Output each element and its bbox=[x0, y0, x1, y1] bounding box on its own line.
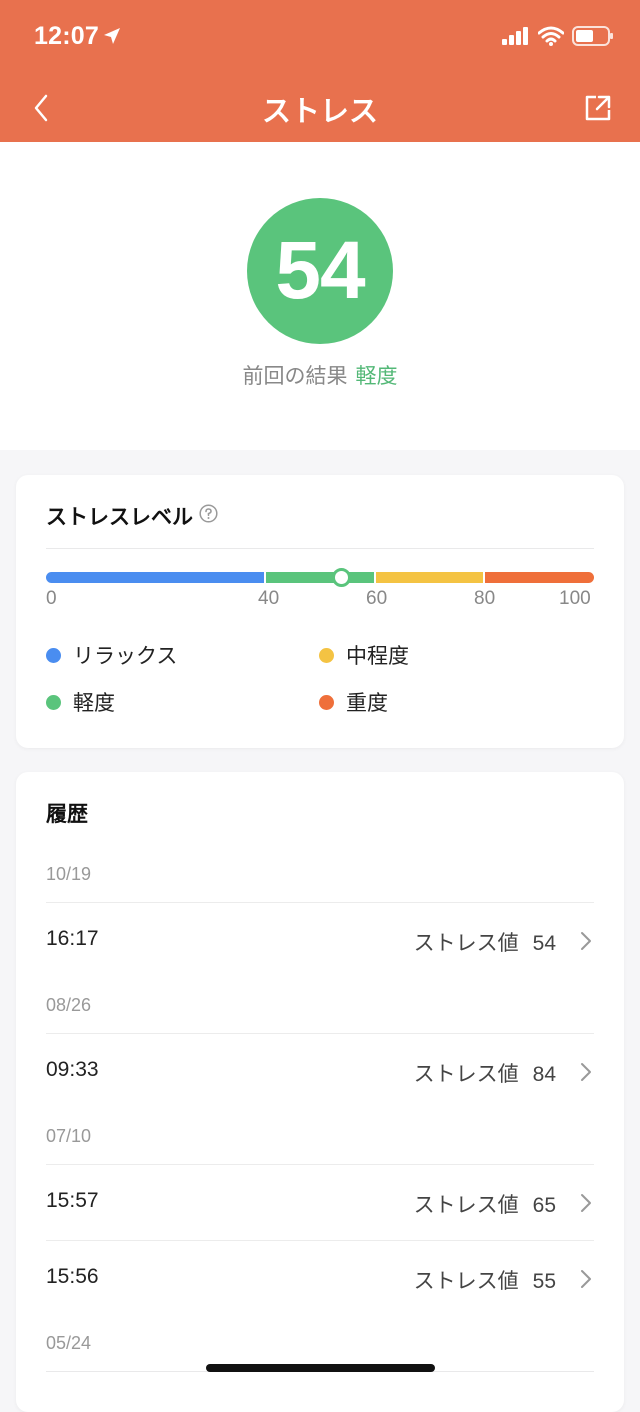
signal-icon bbox=[502, 27, 530, 49]
history-card: 履歴 10/19 16:17 ストレス値 54 08/26 09:33 ストレス値… bbox=[16, 772, 624, 1412]
entry-value-label: ストレス値 bbox=[413, 1269, 519, 1293]
chevron-right-icon bbox=[580, 931, 592, 955]
entry-value-number: 54 bbox=[532, 932, 556, 955]
current-level-marker bbox=[332, 568, 352, 587]
legend-label: 中程度 bbox=[346, 644, 409, 668]
header: 12:07 ストレス bbox=[0, 0, 640, 142]
stress-level-bar bbox=[46, 568, 594, 587]
entry-value-label: ストレス値 bbox=[413, 1193, 519, 1217]
history-row[interactable]: 15:56 ストレス値 55 bbox=[46, 1240, 594, 1317]
score-circle: 54 bbox=[247, 198, 393, 344]
stress-level-card: ストレスレベル 0 40 60 80 100 リラックス 中程度 軽度 重度 bbox=[16, 475, 624, 748]
entry-value: ストレス値 55 bbox=[414, 1265, 556, 1295]
divider bbox=[46, 548, 594, 549]
battery-icon bbox=[572, 26, 614, 50]
result-label: 前回の結果 bbox=[242, 364, 348, 388]
level-segment bbox=[375, 572, 484, 583]
chevron-right-icon bbox=[580, 1269, 592, 1293]
wifi-icon bbox=[537, 26, 565, 50]
page-title: ストレス bbox=[261, 94, 378, 128]
entry-value: ストレス値 84 bbox=[414, 1058, 556, 1088]
location-arrow-icon bbox=[102, 26, 122, 50]
history-date: 05/24 bbox=[46, 1333, 92, 1353]
legend-label: 重度 bbox=[346, 691, 388, 715]
tick-label-60: 60 bbox=[366, 588, 388, 609]
summary-section: 54 前回の結果 軽度 bbox=[0, 142, 640, 450]
result-value: 軽度 bbox=[355, 364, 398, 388]
legend-label: 軽度 bbox=[73, 691, 115, 715]
history-row[interactable]: 16:17 ストレス値 54 bbox=[46, 902, 594, 979]
legend-mild: 軽度 bbox=[46, 687, 115, 717]
legend-dot bbox=[319, 647, 334, 663]
tick-label-40: 40 bbox=[258, 588, 280, 609]
entry-time: 15:57 bbox=[46, 1189, 99, 1212]
stress-level-title-text: ストレスレベル bbox=[46, 505, 193, 529]
status-indicators bbox=[502, 26, 614, 50]
history-date: 10/19 bbox=[46, 864, 92, 884]
tick-label-0: 0 bbox=[46, 588, 57, 609]
level-segment bbox=[266, 572, 374, 583]
history-row[interactable]: 09:33 ストレス値 84 bbox=[46, 1033, 594, 1110]
history-date: 08/26 bbox=[46, 995, 92, 1015]
entry-value: ストレス値 65 bbox=[414, 1189, 556, 1219]
legend-label: リラックス bbox=[73, 644, 178, 668]
entry-value: ストレス値 54 bbox=[414, 927, 556, 957]
entry-value-label: ストレス値 bbox=[413, 1062, 519, 1086]
history-row[interactable]: 15:57 ストレス値 65 bbox=[46, 1164, 594, 1241]
legend-dot bbox=[319, 694, 334, 710]
entry-time: 15:56 bbox=[46, 1265, 99, 1288]
legend-dot bbox=[46, 694, 61, 710]
result-line: 前回の結果 軽度 bbox=[0, 360, 640, 390]
help-icon[interactable] bbox=[199, 504, 218, 528]
level-segment bbox=[46, 572, 265, 583]
chevron-right-icon bbox=[580, 1062, 592, 1086]
legend-dot bbox=[46, 647, 61, 663]
entry-time: 09:33 bbox=[46, 1058, 99, 1081]
level-segment bbox=[485, 572, 594, 583]
chevron-right-icon bbox=[580, 1193, 592, 1217]
share-button[interactable] bbox=[584, 94, 612, 126]
legend-relax: リラックス bbox=[46, 640, 177, 670]
entry-time: 16:17 bbox=[46, 927, 99, 950]
status-time: 12:07 bbox=[34, 22, 99, 50]
entry-value-number: 65 bbox=[532, 1194, 556, 1217]
entry-value-number: 55 bbox=[532, 1270, 556, 1293]
stress-level-title: ストレスレベル bbox=[46, 501, 218, 531]
tick-label-80: 80 bbox=[474, 588, 496, 609]
history-title: 履歴 bbox=[46, 802, 88, 826]
entry-value-number: 84 bbox=[532, 1063, 556, 1086]
tick-label-100: 100 bbox=[559, 588, 591, 609]
legend-moderate: 中程度 bbox=[319, 640, 409, 670]
home-indicator bbox=[206, 1364, 435, 1372]
legend-severe: 重度 bbox=[319, 687, 388, 717]
history-date: 07/10 bbox=[46, 1126, 92, 1146]
entry-value-label: ストレス値 bbox=[413, 931, 519, 955]
